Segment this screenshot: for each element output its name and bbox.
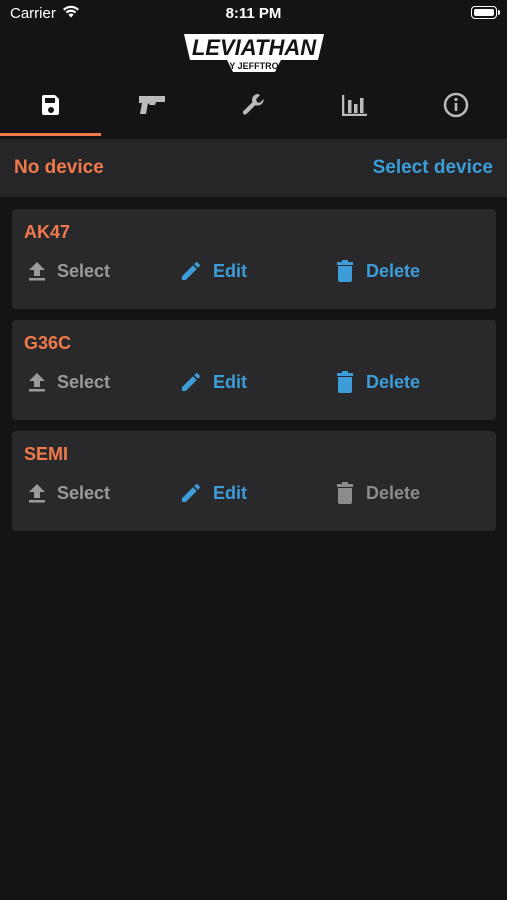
select-label: Select <box>57 371 111 392</box>
edit-label: Edit <box>213 482 247 503</box>
device-status: No device <box>14 157 104 178</box>
app-logo: LEVIATHAN BY JEFFTRON <box>0 28 507 76</box>
wrench-icon <box>241 92 267 123</box>
info-icon <box>443 92 469 123</box>
select-device-button[interactable]: Select device <box>373 157 493 179</box>
profile-card: SEMI Select Edit Delete <box>12 431 496 531</box>
trash-icon <box>337 260 353 282</box>
edit-profile-button[interactable]: Edit <box>179 479 247 507</box>
tab-gun[interactable] <box>101 78 202 136</box>
pencil-icon <box>182 484 200 502</box>
logo-sub-text: BY JEFFTRON <box>223 61 285 71</box>
select-profile-button[interactable]: Select <box>27 257 110 285</box>
delete-profile-button[interactable]: Delete <box>334 479 420 507</box>
delete-label: Delete <box>366 482 421 503</box>
tab-info[interactable] <box>406 78 507 136</box>
trash-icon <box>337 482 353 504</box>
select-profile-button[interactable]: Select <box>27 368 110 396</box>
device-bar: No device Select device <box>0 139 507 197</box>
gun-icon <box>137 94 167 121</box>
edit-label: Edit <box>213 371 247 392</box>
tab-stats[interactable] <box>304 78 405 136</box>
edit-label: Edit <box>213 260 247 281</box>
upload-icon <box>29 484 45 503</box>
profile-name: SEMI <box>24 444 69 464</box>
upload-icon <box>29 373 45 392</box>
edit-profile-button[interactable]: Edit <box>179 257 247 285</box>
delete-profile-button[interactable]: Delete <box>334 368 420 396</box>
profile-list: AK47 Select Edit Delete G36C Select Edit… <box>12 209 496 542</box>
profile-name: AK47 <box>24 222 71 242</box>
delete-label: Delete <box>366 371 421 392</box>
save-icon <box>39 93 63 122</box>
delete-label: Delete <box>366 260 421 281</box>
edit-profile-button[interactable]: Edit <box>179 368 247 396</box>
tab-bar <box>0 78 507 136</box>
select-label: Select <box>57 482 111 503</box>
pencil-icon <box>182 262 200 280</box>
upload-icon <box>29 262 45 281</box>
profile-card: AK47 Select Edit Delete <box>12 209 496 309</box>
delete-profile-button[interactable]: Delete <box>334 257 420 285</box>
bar-chart-icon <box>341 94 368 121</box>
pencil-icon <box>182 373 200 391</box>
battery-icon <box>471 6 500 19</box>
select-profile-button[interactable]: Select <box>27 479 110 507</box>
select-label: Select <box>57 260 111 281</box>
status-bar: Carrier 8:11 PM <box>0 0 507 28</box>
profile-card: G36C Select Edit Delete <box>12 320 496 420</box>
trash-icon <box>337 371 353 393</box>
tab-tools[interactable] <box>203 78 304 136</box>
profile-name: G36C <box>24 333 72 353</box>
logo-main-text: LEVIATHAN <box>192 35 317 60</box>
tab-profiles[interactable] <box>0 78 102 136</box>
clock: 8:11 PM <box>225 5 282 22</box>
